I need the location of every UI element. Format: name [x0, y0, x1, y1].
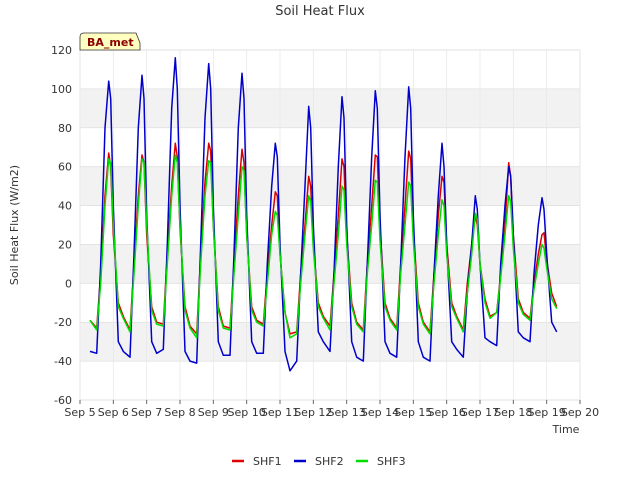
x-tick-label: Sep 7 [131, 406, 162, 419]
legend: SHF1 SHF2 SHF3 [232, 455, 406, 468]
x-tick-label: Sep 8 [164, 406, 195, 419]
y-tick-label: 100 [51, 83, 72, 96]
y-tick-label: 80 [58, 122, 72, 135]
x-tick-label: Sep 6 [98, 406, 129, 419]
x-tick-label: Sep 9 [198, 406, 229, 419]
y-tick-label: 20 [58, 238, 72, 251]
grid-band [80, 88, 580, 128]
chart-title: Soil Heat Flux [275, 4, 365, 19]
legend-label: SHF2 [315, 455, 344, 468]
x-tick-labels: Sep 5 Sep 6 Sep 7 Sep 8 Sep 9Sep 10Sep 11Sep… [64, 400, 599, 419]
x-tick-label: Sep 20 [561, 406, 599, 419]
grid-band [80, 244, 580, 284]
y-tick-label: 120 [51, 44, 72, 57]
y-tick-label: 0 [65, 277, 72, 290]
y-tick-labels: -60-40-20020406080100120 [51, 44, 72, 407]
y-tick-label: -40 [54, 355, 72, 368]
badge-label: BA_met [87, 36, 134, 49]
soil-heat-flux-chart: -60-40-20020406080100120 Sep 5 Sep 6 Sep 7… [8, 4, 599, 468]
y-tick-label: -20 [54, 316, 72, 329]
legend-label: SHF1 [253, 455, 282, 468]
y-tick-label: 60 [58, 161, 72, 174]
x-tick-label: Sep 5 [64, 406, 95, 419]
legend-label: SHF3 [377, 455, 406, 468]
y-tick-label: 40 [58, 200, 72, 213]
x-axis-label: Time [552, 423, 580, 436]
ba-met-badge: BA_met [79, 32, 141, 51]
y-axis-label: Soil Heat Flux (W/m2) [8, 165, 21, 285]
